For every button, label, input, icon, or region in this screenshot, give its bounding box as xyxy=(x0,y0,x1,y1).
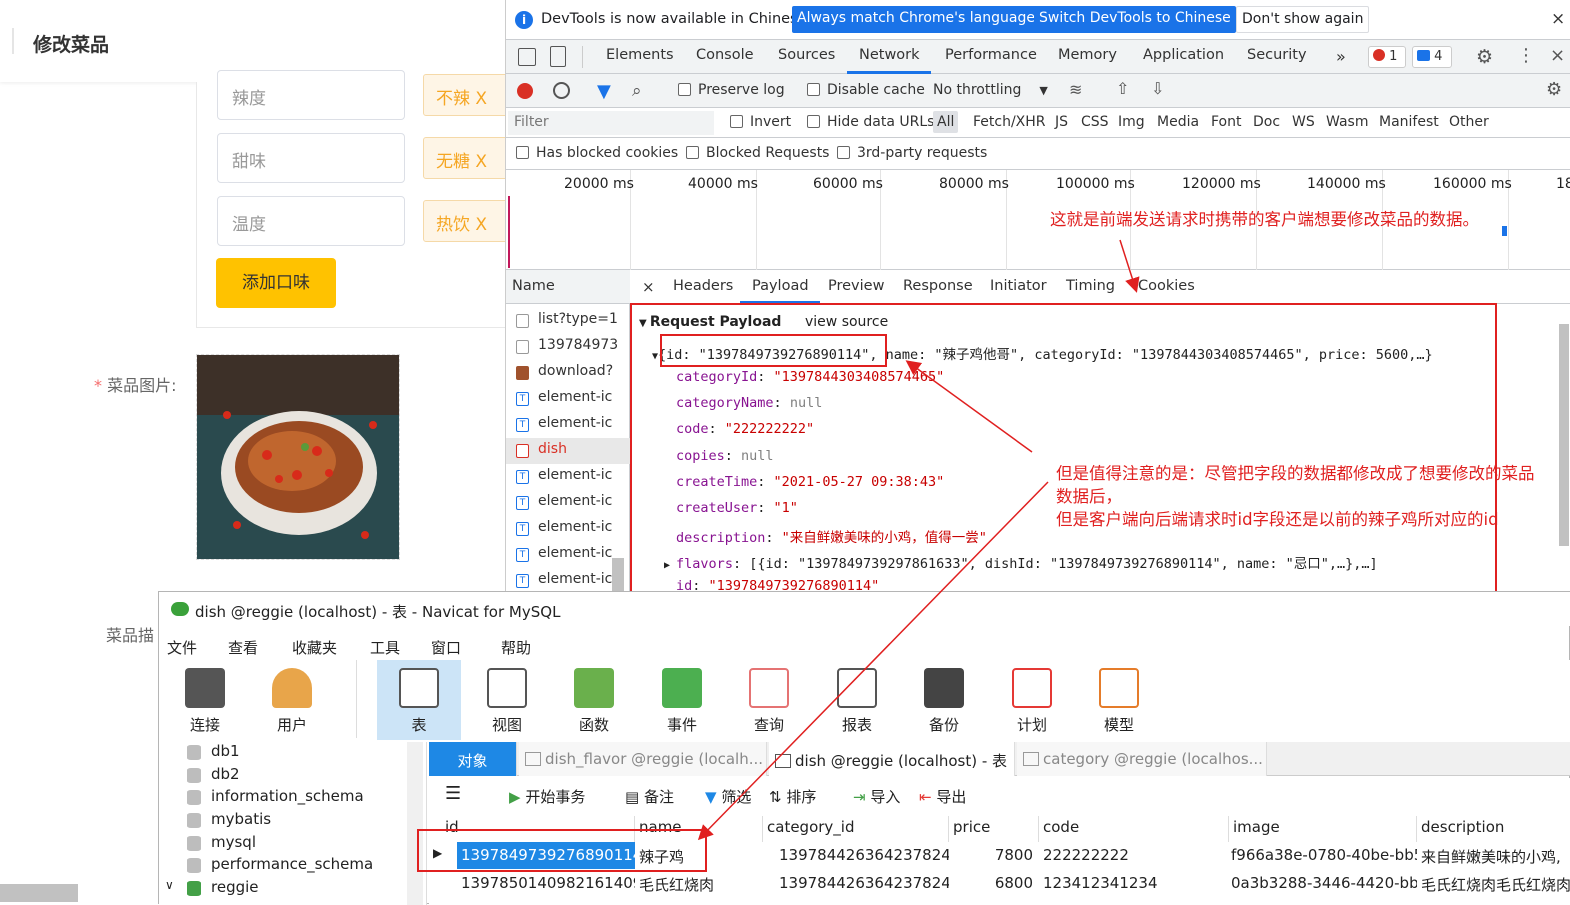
annotation-arrows xyxy=(697,239,1140,841)
